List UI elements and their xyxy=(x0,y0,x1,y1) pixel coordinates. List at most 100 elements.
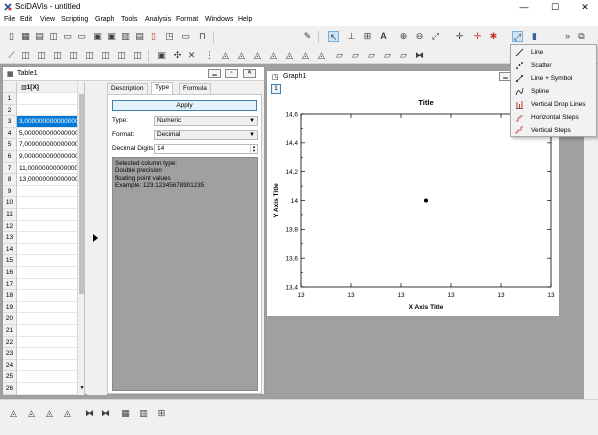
table-cell[interactable] xyxy=(17,105,81,117)
table-window-titlebar[interactable]: ▦ Table1 ▁ ▫ ✕ xyxy=(3,67,264,81)
plot-3d-floor-mesh-icon[interactable]: ▱ xyxy=(350,50,361,61)
plot-3d-perspective-icon[interactable]: ✕ xyxy=(186,50,197,61)
column-header-1x[interactable]: ▥1[X] xyxy=(17,82,81,93)
table-cell[interactable] xyxy=(17,197,81,209)
table-cell[interactable]: 13,00000000000000 xyxy=(17,174,81,186)
lock-icon[interactable]: ⊓ xyxy=(197,31,208,42)
add-text-icon[interactable]: A xyxy=(378,31,389,42)
screen-reader-icon[interactable]: ✛ xyxy=(472,31,483,42)
save-icon[interactable]: ▣ xyxy=(92,31,103,42)
menu-edit[interactable]: Edit xyxy=(20,16,32,23)
plot-style-icon[interactable]: ⤢ xyxy=(512,31,523,42)
matrix-image-icon[interactable]: ▦ xyxy=(120,408,131,419)
row-header[interactable]: 20 xyxy=(3,313,17,325)
plot-3d-side-icon[interactable]: ◫ xyxy=(68,50,79,61)
open-icon[interactable]: ▭ xyxy=(62,31,73,42)
data-reader-icon[interactable]: ✛ xyxy=(454,31,465,42)
row-header[interactable]: 18 xyxy=(3,290,17,302)
table-cell[interactable] xyxy=(17,313,81,325)
row-header[interactable]: 3 xyxy=(3,116,17,128)
plot-3d-floor-icon[interactable]: ▱ xyxy=(334,50,345,61)
toolbar-overflow-icon[interactable]: » xyxy=(562,31,573,42)
table-cell[interactable] xyxy=(17,255,81,267)
plot-3d-ribbon-icon[interactable]: ⧓ xyxy=(414,50,425,61)
tab-formula[interactable]: Formula xyxy=(179,83,211,94)
table-cell[interactable] xyxy=(17,209,81,221)
menu-analysis[interactable]: Analysis xyxy=(145,16,171,23)
menu-tools[interactable]: Tools xyxy=(121,16,137,23)
row-header[interactable]: 16 xyxy=(3,267,17,279)
plot-line-icon[interactable]: ⟋ xyxy=(6,50,17,61)
menu-graph[interactable]: Graph xyxy=(95,16,114,23)
table-cell[interactable] xyxy=(17,93,81,105)
plot-menu-item[interactable]: Scatter xyxy=(511,59,596,72)
menu-windows[interactable]: Windows xyxy=(205,16,233,23)
plot-3d-floor-empty-icon[interactable]: ▱ xyxy=(398,50,409,61)
remove-bad-points-icon[interactable]: ✱ xyxy=(488,31,499,42)
surface-3d-poly-icon[interactable]: ◬ xyxy=(62,408,73,419)
table-cell[interactable] xyxy=(17,348,81,360)
add-grid-icon[interactable]: ⊞ xyxy=(362,31,373,42)
table-cell[interactable]: 7,000000000000000 xyxy=(17,139,81,151)
bars-3d-icon[interactable]: ⧓ xyxy=(100,408,111,419)
table-cell[interactable] xyxy=(17,371,81,383)
table-cell[interactable] xyxy=(17,279,81,291)
print-icon[interactable]: ▥ xyxy=(120,31,131,42)
decimal-digits-spinbox[interactable]: 14 ▲ ▼ xyxy=(154,144,258,154)
plot-3d-hidden-icon[interactable]: ▣ xyxy=(156,50,167,61)
row-header[interactable]: 2 xyxy=(3,104,17,117)
scroll-down-arrow-icon[interactable]: ▼ xyxy=(78,385,84,391)
plot-menu-item[interactable]: Vertical Drop Lines xyxy=(511,98,596,111)
spin-arrows-icon[interactable]: ▲ ▼ xyxy=(250,145,257,153)
plot-3d-contour-icon[interactable]: ◬ xyxy=(268,50,279,61)
row-header[interactable]: 4 xyxy=(3,127,17,140)
close-button[interactable]: ✕ xyxy=(574,0,596,14)
plot-3d-mesh-icon[interactable]: ◬ xyxy=(220,50,231,61)
table-minimize-button[interactable]: ▁ xyxy=(208,69,221,78)
table-cell[interactable] xyxy=(17,232,81,244)
plot-3d-corner-icon[interactable]: ◫ xyxy=(84,50,95,61)
plot-3d-axes-icon[interactable]: ✣ xyxy=(172,50,183,61)
open-template-icon[interactable]: ▭ xyxy=(76,31,87,42)
row-header[interactable]: 5 xyxy=(3,139,17,151)
table-cell[interactable] xyxy=(17,186,81,198)
save-as-icon[interactable]: ▣ xyxy=(106,31,117,42)
panel-splitter[interactable] xyxy=(87,82,107,395)
plot-3d-cones-icon[interactable]: ◬ xyxy=(300,50,311,61)
plot-3d-reset-icon[interactable]: ◫ xyxy=(132,50,143,61)
surface-3d-wire-icon[interactable]: ◬ xyxy=(44,408,55,419)
export-pdf-icon[interactable]: ▯ xyxy=(148,31,159,42)
row-header[interactable]: 23 xyxy=(3,348,17,360)
table-cell[interactable] xyxy=(17,244,81,256)
table-vertical-scrollbar[interactable]: ▼ xyxy=(77,82,84,395)
row-header[interactable]: 11 xyxy=(3,209,17,221)
row-header[interactable]: 1 xyxy=(3,93,17,105)
plot-3d-floor-data-icon[interactable]: ▱ xyxy=(366,50,377,61)
menu-file[interactable]: File xyxy=(4,16,15,23)
plot-menu-item[interactable]: Vertical Steps xyxy=(511,124,596,137)
plot-3d-wireframe-icon[interactable]: ◬ xyxy=(252,50,263,61)
row-header[interactable]: 22 xyxy=(3,336,17,349)
plot-menu-item[interactable]: Spline xyxy=(511,85,596,98)
format-combo[interactable]: Decimal ▼ xyxy=(154,130,258,140)
table-scroll-thumb[interactable] xyxy=(79,94,84,294)
plot-3d-bottom-icon[interactable]: ◫ xyxy=(116,50,127,61)
tab-description[interactable]: Description xyxy=(107,83,148,94)
row-header[interactable]: 24 xyxy=(3,359,17,372)
tab-type[interactable]: Type xyxy=(151,82,174,94)
zoom-out-icon[interactable]: ⊖ xyxy=(414,31,425,42)
table-cell[interactable] xyxy=(17,325,81,337)
contour-icon[interactable]: ⊞ xyxy=(156,408,167,419)
pointer-icon[interactable]: ↖ xyxy=(328,31,339,42)
row-header[interactable]: 25 xyxy=(3,371,17,383)
plot-menu-item[interactable]: Line xyxy=(511,46,596,59)
table-cell[interactable] xyxy=(17,302,81,314)
table-restore-button[interactable]: ▫ xyxy=(225,69,238,78)
add-axes-icon[interactable]: ⊥ xyxy=(346,31,357,42)
table-grid[interactable]: ▥1[X] 1 2 3 3,000000000000000 4 5,00000000000… xyxy=(3,82,85,395)
new-graph-icon[interactable]: ◫ xyxy=(48,31,59,42)
plot-color-icon[interactable]: ▮ xyxy=(529,31,540,42)
table-window[interactable]: ▦ Table1 ▁ ▫ ✕ ▥1[X] 1 2 3 3,00000000000000… xyxy=(2,66,265,395)
table-cell[interactable] xyxy=(17,360,81,372)
project-explorer-icon[interactable]: ◳ xyxy=(164,31,175,42)
